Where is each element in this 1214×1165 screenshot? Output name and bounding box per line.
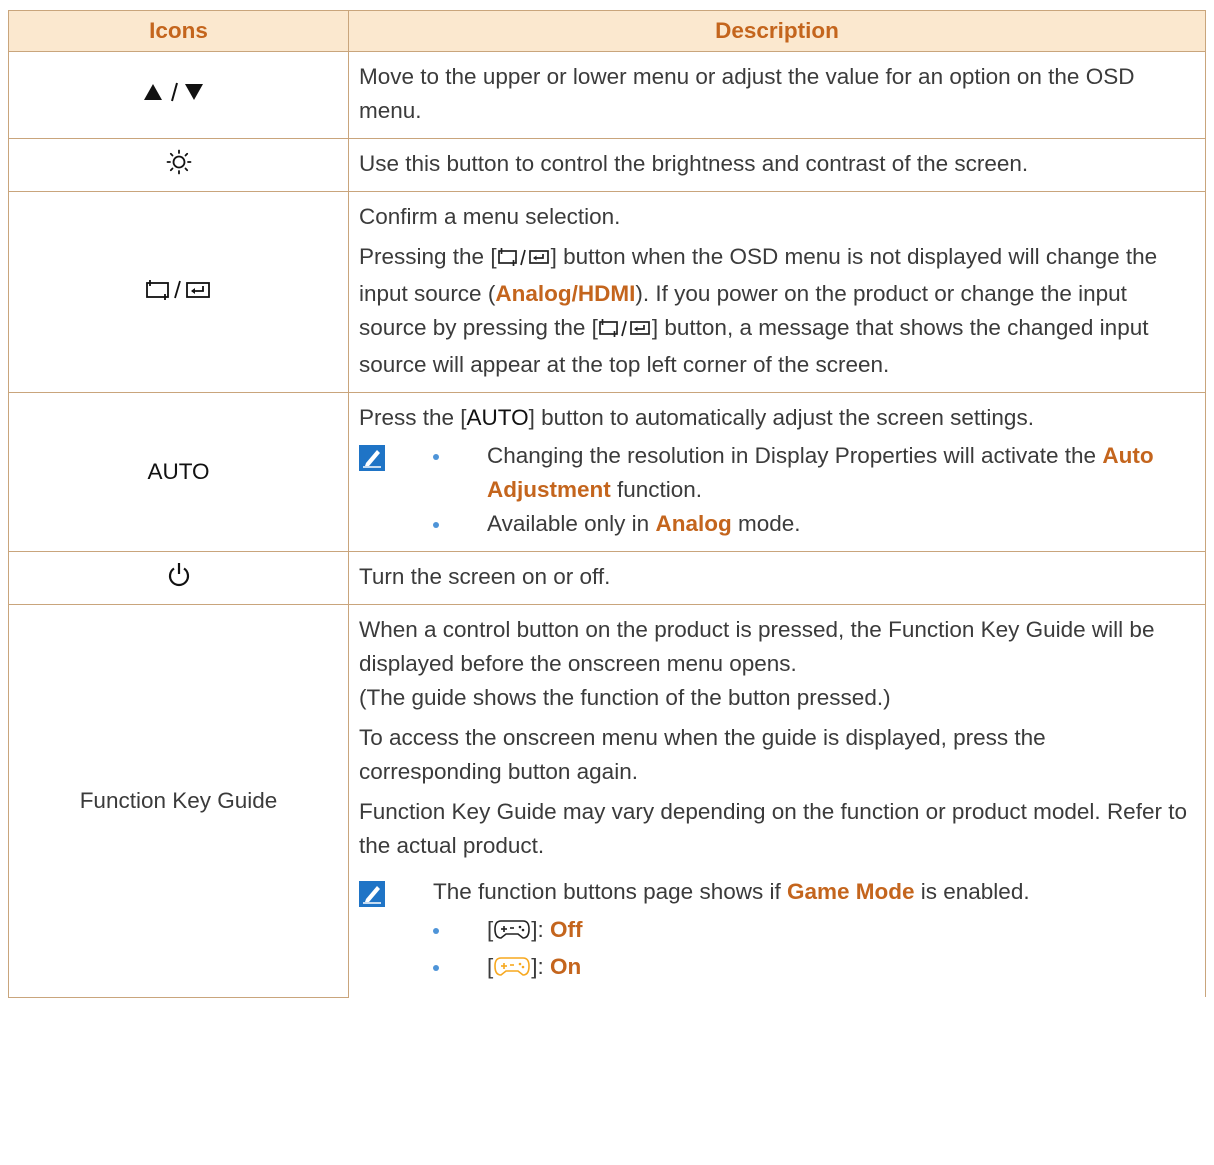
game-mode-note: The function buttons page shows if Game … xyxy=(359,875,1193,987)
game-mode-label: Game Mode xyxy=(786,879,915,904)
bracket-close: ]: xyxy=(531,954,551,979)
up-down-triangle-icons xyxy=(142,82,216,107)
table-row-brightness: Use this button to control the brightnes… xyxy=(8,138,1206,192)
list-item: []: Off xyxy=(433,913,1193,950)
game-mode-list: []: Off []: On xyxy=(433,913,1193,987)
icon-description-table: Icons Description Move to the upper or l… xyxy=(8,10,1206,998)
game-note-text-a: The function buttons page shows if xyxy=(433,879,787,904)
function-key-guide-label: Function Key Guide xyxy=(79,787,278,813)
list-item: Available only in Analog mode. xyxy=(433,507,1193,541)
bracket-close: ]: xyxy=(531,917,551,942)
auto-note-1-a: Changing the resolution in Display Prope… xyxy=(487,443,1103,468)
brightness-sun-icon xyxy=(166,149,192,180)
gamepad-off-icon xyxy=(493,916,531,950)
header-icons: Icons xyxy=(8,10,349,52)
auto-text-b: ] button to automatically adjust the scr… xyxy=(528,405,1034,430)
table-row-power: Turn the screen on or off. xyxy=(8,551,1206,605)
icon-cell-power xyxy=(8,551,349,605)
updown-description: Move to the upper or lower menu or adjus… xyxy=(359,64,1135,123)
guide-text-1: When a control button on the product is … xyxy=(359,617,1155,676)
desc-cell-power: Turn the screen on or off. xyxy=(348,551,1206,605)
desc-cell-updown: Move to the upper or lower menu or adjus… xyxy=(348,51,1206,139)
auto-text-a: Press the [ xyxy=(359,405,467,430)
table-row-auto: AUTO Press the [AUTO] button to automati… xyxy=(8,392,1206,552)
auto-note-2-b: mode. xyxy=(731,511,801,536)
power-description: Turn the screen on or off. xyxy=(359,564,611,589)
guide-paragraph-3: Function Key Guide may vary depending on… xyxy=(359,799,1187,858)
brightness-description: Use this button to control the brightnes… xyxy=(359,151,1029,176)
note-pencil-icon xyxy=(359,881,385,917)
hdmi-label: HDMI xyxy=(577,281,636,306)
table-row-source: Confirm a menu selection. Pressing the [… xyxy=(8,191,1206,393)
auto-note-1-b: function. xyxy=(610,477,703,502)
on-label: On xyxy=(550,954,582,979)
note-pencil-icon xyxy=(359,445,385,481)
header-description: Description xyxy=(348,10,1206,52)
table-row-function-key-guide: Function Key Guide When a control button… xyxy=(8,604,1206,998)
guide-paragraph-1: When a control button on the product is … xyxy=(359,613,1193,715)
gamepad-on-icon xyxy=(493,953,531,987)
game-mode-note-text: The function buttons page shows if Game … xyxy=(433,875,1193,909)
source-enter-icons xyxy=(145,280,213,305)
source-text-a: Pressing the [ xyxy=(359,244,497,269)
table-header-row: Icons Description xyxy=(8,10,1206,52)
desc-cell-auto: Press the [AUTO] button to automatically… xyxy=(348,392,1206,552)
icon-cell-source xyxy=(8,191,349,393)
list-item: []: On xyxy=(433,950,1193,987)
off-label: Off xyxy=(550,917,583,942)
source-enter-inline-icon-2 xyxy=(598,314,652,348)
analog-mode-label: Analog xyxy=(655,511,732,536)
auto-note-2-a: Available only in xyxy=(487,511,656,536)
icon-cell-auto: AUTO xyxy=(8,392,349,552)
desc-cell-source: Confirm a menu selection. Pressing the [… xyxy=(348,191,1206,393)
auto-note: Changing the resolution in Display Prope… xyxy=(359,439,1193,541)
source-enter-inline-icon xyxy=(497,243,551,277)
guide-text-1b: (The guide shows the function of the but… xyxy=(359,685,891,710)
desc-cell-brightness: Use this button to control the brightnes… xyxy=(348,138,1206,192)
icon-cell-updown xyxy=(8,51,349,139)
power-icon xyxy=(167,563,191,593)
game-note-text-b: is enabled. xyxy=(914,879,1030,904)
desc-cell-guide: When a control button on the product is … xyxy=(348,604,1206,997)
list-item: Changing the resolution in Display Prope… xyxy=(433,439,1193,507)
source-paragraph-1: Confirm a menu selection. xyxy=(359,204,621,229)
icon-cell-brightness xyxy=(8,138,349,192)
auto-key-label: AUTO xyxy=(466,405,529,430)
guide-paragraph-2: To access the onscreen menu when the gui… xyxy=(359,725,1046,784)
icon-cell-guide: Function Key Guide xyxy=(8,604,349,998)
icons-table: Icons Description Move to the upper or l… xyxy=(8,10,1206,998)
analog-label: Analog xyxy=(495,281,572,306)
auto-note-list: Changing the resolution in Display Prope… xyxy=(433,439,1193,541)
auto-icon-label: AUTO xyxy=(147,459,210,484)
table-row-updown: Move to the upper or lower menu or adjus… xyxy=(8,51,1206,139)
auto-paragraph: Press the [AUTO] button to automatically… xyxy=(359,401,1193,435)
source-paragraph-2: Pressing the [] button when the OSD menu… xyxy=(359,240,1193,382)
